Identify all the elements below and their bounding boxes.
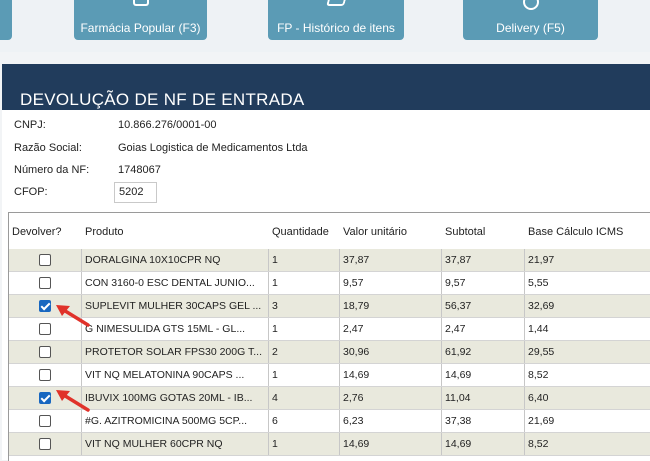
- devolver-checkbox[interactable]: [39, 415, 51, 427]
- fp-historico-label: FP - Histórico de itens: [277, 21, 395, 35]
- razao-social-label: Razão Social:: [14, 142, 82, 154]
- cell-base-icms: 5,55: [524, 272, 650, 295]
- clipboard-icon: [132, 0, 149, 6]
- cell-produto: VIT NQ MULHER 60CPR NQ: [81, 433, 272, 456]
- farmacia-popular-button[interactable]: Farmácia Popular (F3): [74, 0, 207, 40]
- cfop-field[interactable]: 5202: [114, 182, 157, 203]
- cell-quantidade: 1: [268, 364, 339, 387]
- cell-produto: SUPLEVIT MULHER 30CAPS GEL ...: [81, 295, 272, 318]
- cell-subtotal: 56,37: [441, 295, 524, 318]
- cell-quantidade: 1: [268, 318, 339, 341]
- cell-base-icms: 29,55: [524, 341, 650, 364]
- devolver-checkbox[interactable]: [39, 346, 51, 358]
- cell-valor-unitario: 18,79: [339, 295, 441, 318]
- devolver-checkbox[interactable]: [39, 369, 51, 381]
- cell-quantidade: 6: [268, 410, 339, 433]
- page-title: DEVOLUÇÃO DE NF DE ENTRADA: [20, 90, 305, 109]
- table-row[interactable]: VIT NQ MELATONINA 90CAPS ... 1 14,69 14,69 8…: [9, 364, 650, 387]
- cnpj-label: CNPJ:: [14, 119, 46, 131]
- cell-subtotal: 11,04: [441, 387, 524, 410]
- cell-base-icms: 21,69: [524, 410, 650, 433]
- cell-quantidade: 1: [268, 272, 339, 295]
- cell-valor-unitario: 2,47: [339, 318, 441, 341]
- cell-subtotal: 61,92: [441, 341, 524, 364]
- row-divider: [9, 455, 650, 456]
- cell-produto: #G. AZITROMICINA 500MG 5CP...: [81, 410, 272, 433]
- cell-quantidade: 2: [268, 341, 339, 364]
- cell-quantidade: 1: [268, 433, 339, 456]
- cell-valor-unitario: 14,69: [339, 433, 441, 456]
- header-quantidade[interactable]: Quantidade: [272, 226, 329, 238]
- table-row[interactable]: CON 3160-0 ESC DENTAL JUNIO... 1 9,57 9,57 5…: [9, 272, 650, 295]
- cell-subtotal: 14,69: [441, 364, 524, 387]
- delivery-label: Delivery (F5): [496, 21, 565, 35]
- cell-valor-unitario: 30,96: [339, 341, 441, 364]
- fp-historico-button[interactable]: FP - Histórico de itens: [268, 0, 404, 40]
- table-row[interactable]: #G. AZITROMICINA 500MG 5CP... 6 6,23 37,38 2…: [9, 410, 650, 433]
- table-row[interactable]: DORALGINA 10X10CPR NQ 1 37,87 37,87 21,97: [9, 249, 650, 272]
- cell-subtotal: 2,47: [441, 318, 524, 341]
- cnpj-value: 10.866.276/0001-00: [118, 119, 217, 131]
- cell-valor-unitario: 6,23: [339, 410, 441, 433]
- grid-header: Devolver? Produto Quantidade Valor unitá…: [9, 213, 650, 249]
- cell-subtotal: 37,87: [441, 249, 524, 272]
- header-devolver[interactable]: Devolver?: [12, 226, 62, 238]
- annotation-arrow-1: [56, 305, 90, 327]
- delivery-button[interactable]: Delivery (F5): [463, 0, 598, 40]
- cell-quantidade: 4: [268, 387, 339, 410]
- table-row[interactable]: VIT NQ MULHER 60CPR NQ 1 14,69 14,69 8,52: [9, 433, 650, 456]
- items-grid: Devolver? Produto Quantidade Valor unitá…: [8, 212, 650, 461]
- header-produto[interactable]: Produto: [85, 226, 124, 238]
- cell-produto: IBUVIX 100MG GOTAS 20ML - IB...: [81, 387, 272, 410]
- cell-base-icms: 8,52: [524, 364, 650, 387]
- razao-social-value: Goias Logistica de Medicamentos Ltda: [118, 142, 308, 154]
- devolver-checkbox[interactable]: [39, 254, 51, 266]
- cell-valor-unitario: 37,87: [339, 249, 441, 272]
- document-icon: [326, 0, 348, 6]
- clock-icon: [522, 0, 539, 10]
- cell-produto: VIT NQ MELATONINA 90CAPS ...: [81, 364, 272, 387]
- cell-produto: G NIMESULIDA GTS 15ML - GL...: [81, 318, 272, 341]
- cell-produto: PROTETOR SOLAR FPS30 200G T...: [81, 341, 272, 364]
- cell-base-icms: 8,52: [524, 433, 650, 456]
- devolver-checkbox[interactable]: [39, 323, 51, 335]
- table-row[interactable]: G NIMESULIDA GTS 15ML - GL... 1 2,47 2,47 1,…: [9, 318, 650, 341]
- cell-quantidade: 1: [268, 249, 339, 272]
- cell-base-icms: 21,97: [524, 249, 650, 272]
- cell-subtotal: 37,38: [441, 410, 524, 433]
- cell-quantidade: 3: [268, 295, 339, 318]
- cell-produto: CON 3160-0 ESC DENTAL JUNIO...: [81, 272, 272, 295]
- header-base-icms[interactable]: Base Cálculo ICMS: [528, 226, 623, 238]
- cell-base-icms: 6,40: [524, 387, 650, 410]
- cell-subtotal: 9,57: [441, 272, 524, 295]
- numero-nf-label: Número da NF:: [14, 164, 90, 176]
- cell-valor-unitario: 9,57: [339, 272, 441, 295]
- toolbar-button-partial[interactable]: [0, 0, 12, 40]
- numero-nf-value: 1748067: [118, 164, 161, 176]
- table-row[interactable]: SUPLEVIT MULHER 30CAPS GEL ... 3 18,79 56,3…: [9, 295, 650, 318]
- devolver-checkbox[interactable]: [39, 438, 51, 450]
- annotation-arrow-2: [56, 390, 90, 412]
- devolver-checkbox[interactable]: [39, 392, 51, 404]
- cfop-label: CFOP:: [14, 186, 48, 198]
- header-subtotal[interactable]: Subtotal: [445, 226, 485, 238]
- farmacia-popular-label: Farmácia Popular (F3): [80, 21, 201, 35]
- cell-subtotal: 14,69: [441, 433, 524, 456]
- cell-produto: DORALGINA 10X10CPR NQ: [81, 249, 272, 272]
- top-toolbar: Farmácia Popular (F3) FP - Histórico de …: [0, 0, 650, 52]
- devolver-checkbox[interactable]: [39, 277, 51, 289]
- cell-base-icms: 32,69: [524, 295, 650, 318]
- header-valor-unitario[interactable]: Valor unitário: [343, 226, 407, 238]
- cell-valor-unitario: 14,69: [339, 364, 441, 387]
- devolver-checkbox[interactable]: [39, 300, 51, 312]
- cell-valor-unitario: 2,76: [339, 387, 441, 410]
- table-row[interactable]: PROTETOR SOLAR FPS30 200G T... 2 30,96 61,9…: [9, 341, 650, 364]
- cell-base-icms: 1,44: [524, 318, 650, 341]
- table-row[interactable]: IBUVIX 100MG GOTAS 20ML - IB... 4 2,76 11,0…: [9, 387, 650, 410]
